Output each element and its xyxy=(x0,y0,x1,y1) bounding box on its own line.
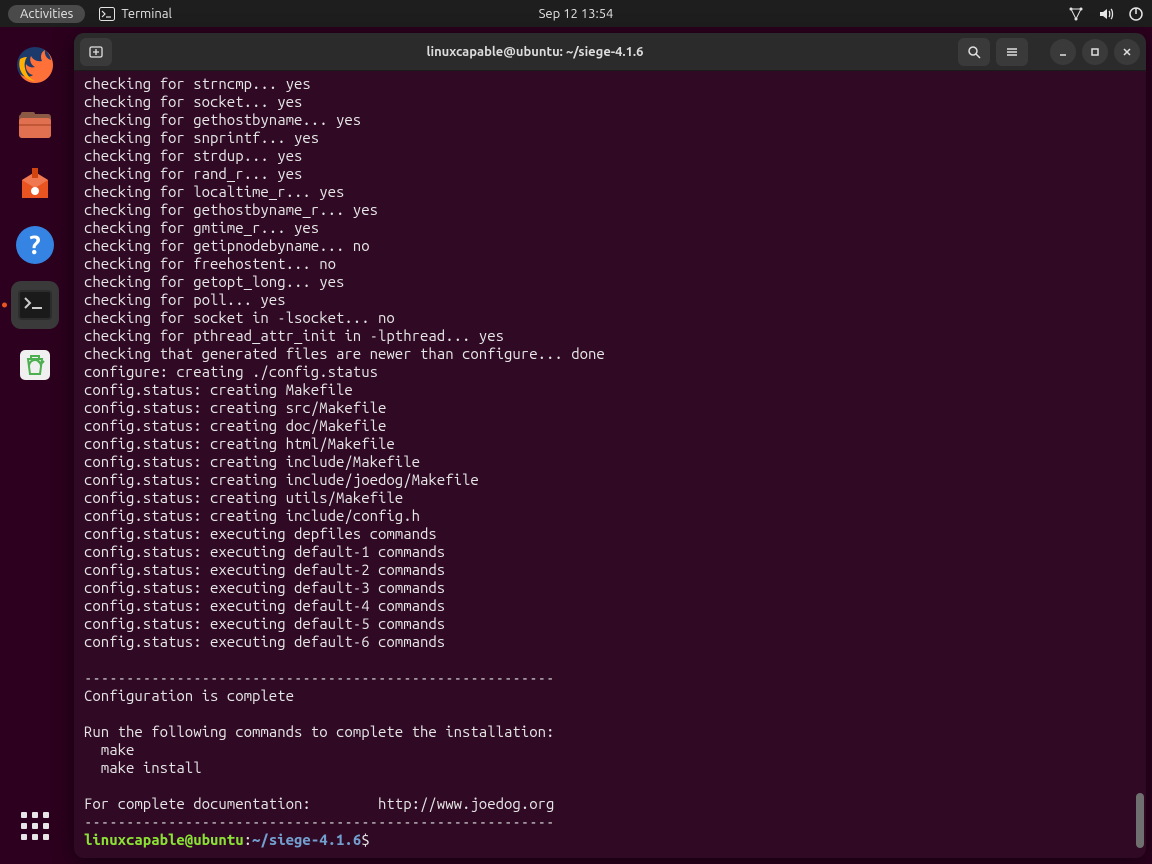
current-app-indicator[interactable]: Terminal xyxy=(99,7,172,21)
prompt-user: linuxcapable@ubuntu xyxy=(84,831,244,848)
titlebar: linuxcapable@ubuntu: ~/siege-4.1.6 xyxy=(74,33,1146,71)
new-tab-button[interactable] xyxy=(80,38,112,66)
help-icon: ? xyxy=(14,224,56,266)
current-app-label: Terminal xyxy=(121,7,172,21)
terminal-line: checking for strncmp... yes xyxy=(84,75,1136,93)
prompt-separator: : xyxy=(244,831,252,848)
terminal-line: For complete documentation: http://www.j… xyxy=(84,795,1136,813)
scrollbar-thumb[interactable] xyxy=(1136,793,1144,848)
window-title: linuxcapable@ubuntu: ~/siege-4.1.6 xyxy=(112,45,958,59)
dock-files[interactable] xyxy=(11,101,59,149)
terminal-line: config.status: executing depfiles comman… xyxy=(84,525,1136,543)
terminal-line: make xyxy=(84,741,1136,759)
terminal-line: config.status: executing default-6 comma… xyxy=(84,633,1136,651)
firefox-icon xyxy=(14,44,56,86)
terminal-line: config.status: creating src/Makefile xyxy=(84,399,1136,417)
terminal-line: config.status: creating include/joedog/M… xyxy=(84,471,1136,489)
terminal-window: linuxcapable@ubuntu: ~/siege-4.1.6 check… xyxy=(74,33,1146,858)
terminal-line: checking for localtime_r... yes xyxy=(84,183,1136,201)
terminal-line: checking for socket... yes xyxy=(84,93,1136,111)
dock-trash[interactable] xyxy=(11,341,59,389)
menu-button[interactable] xyxy=(996,38,1028,66)
terminal-line: config.status: creating Makefile xyxy=(84,381,1136,399)
search-button[interactable] xyxy=(958,38,990,66)
terminal-line: checking for rand_r... yes xyxy=(84,165,1136,183)
terminal-line: checking that generated files are newer … xyxy=(84,345,1136,363)
terminal-line: checking for getipnodebyname... no xyxy=(84,237,1136,255)
svg-text:?: ? xyxy=(29,230,40,259)
network-icon xyxy=(1068,6,1084,22)
dock-firefox[interactable] xyxy=(11,41,59,89)
terminal-line: make install xyxy=(84,759,1136,777)
close-button[interactable] xyxy=(1114,39,1140,65)
terminal-line: config.status: executing default-4 comma… xyxy=(84,597,1136,615)
prompt-path: ~/siege-4.1.6 xyxy=(252,831,361,848)
dock-terminal[interactable] xyxy=(11,281,59,329)
terminal-line: config.status: creating doc/Makefile xyxy=(84,417,1136,435)
show-applications-button[interactable] xyxy=(15,806,55,846)
dock-help[interactable]: ? xyxy=(11,221,59,269)
software-icon xyxy=(14,164,56,206)
terminal-line: Configuration is complete xyxy=(84,687,1136,705)
minimize-button[interactable] xyxy=(1050,39,1076,65)
terminal-line: checking for strdup... yes xyxy=(84,147,1136,165)
terminal-line xyxy=(84,777,1136,795)
terminal-line: checking for freehostent... no xyxy=(84,255,1136,273)
terminal-line: checking for pthread_attr_init in -lpthr… xyxy=(84,327,1136,345)
terminal-line: config.status: executing default-2 comma… xyxy=(84,561,1136,579)
status-area[interactable] xyxy=(1068,6,1144,22)
terminal-line: checking for snprintf... yes xyxy=(84,129,1136,147)
terminal-line: config.status: creating utils/Makefile xyxy=(84,489,1136,507)
dock: ? xyxy=(0,27,70,864)
terminal-line: Run the following commands to complete t… xyxy=(84,723,1136,741)
files-icon xyxy=(14,104,56,146)
terminal-line: config.status: executing default-3 comma… xyxy=(84,579,1136,597)
activities-button[interactable]: Activities xyxy=(8,5,85,23)
power-icon xyxy=(1128,6,1144,22)
terminal-line: config.status: creating html/Makefile xyxy=(84,435,1136,453)
terminal-line: configure: creating ./config.status xyxy=(84,363,1136,381)
terminal-line: checking for gethostbyname... yes xyxy=(84,111,1136,129)
terminal-line xyxy=(84,651,1136,669)
terminal-line: checking for getopt_long... yes xyxy=(84,273,1136,291)
clock[interactable]: Sep 12 13:54 xyxy=(539,7,614,21)
trash-icon xyxy=(14,344,56,386)
terminal-line: checking for poll... yes xyxy=(84,291,1136,309)
prompt-sigil: $ xyxy=(361,831,378,848)
terminal-line: checking for gethostbyname_r... yes xyxy=(84,201,1136,219)
prompt-line[interactable]: linuxcapable@ubuntu:~/siege-4.1.6$ xyxy=(84,831,1136,849)
terminal-line: config.status: creating include/Makefile xyxy=(84,453,1136,471)
terminal-line: config.status: executing default-5 comma… xyxy=(84,615,1136,633)
terminal-small-icon xyxy=(99,7,115,21)
terminal-line: checking for socket in -lsocket... no xyxy=(84,309,1136,327)
dock-software[interactable] xyxy=(11,161,59,209)
top-panel: Activities Terminal Sep 12 13:54 xyxy=(0,0,1152,27)
terminal-line xyxy=(84,705,1136,723)
terminal-line: checking for gmtime_r... yes xyxy=(84,219,1136,237)
terminal-line: ----------------------------------------… xyxy=(84,813,1136,831)
terminal-line: ----------------------------------------… xyxy=(84,669,1136,687)
terminal-body[interactable]: checking for strncmp... yeschecking for … xyxy=(74,71,1146,858)
terminal-line: config.status: executing default-1 comma… xyxy=(84,543,1136,561)
maximize-button[interactable] xyxy=(1082,39,1108,65)
terminal-icon xyxy=(16,286,54,324)
terminal-line: config.status: creating include/config.h xyxy=(84,507,1136,525)
volume-icon xyxy=(1098,6,1114,22)
scrollbar-track[interactable] xyxy=(1134,73,1144,854)
